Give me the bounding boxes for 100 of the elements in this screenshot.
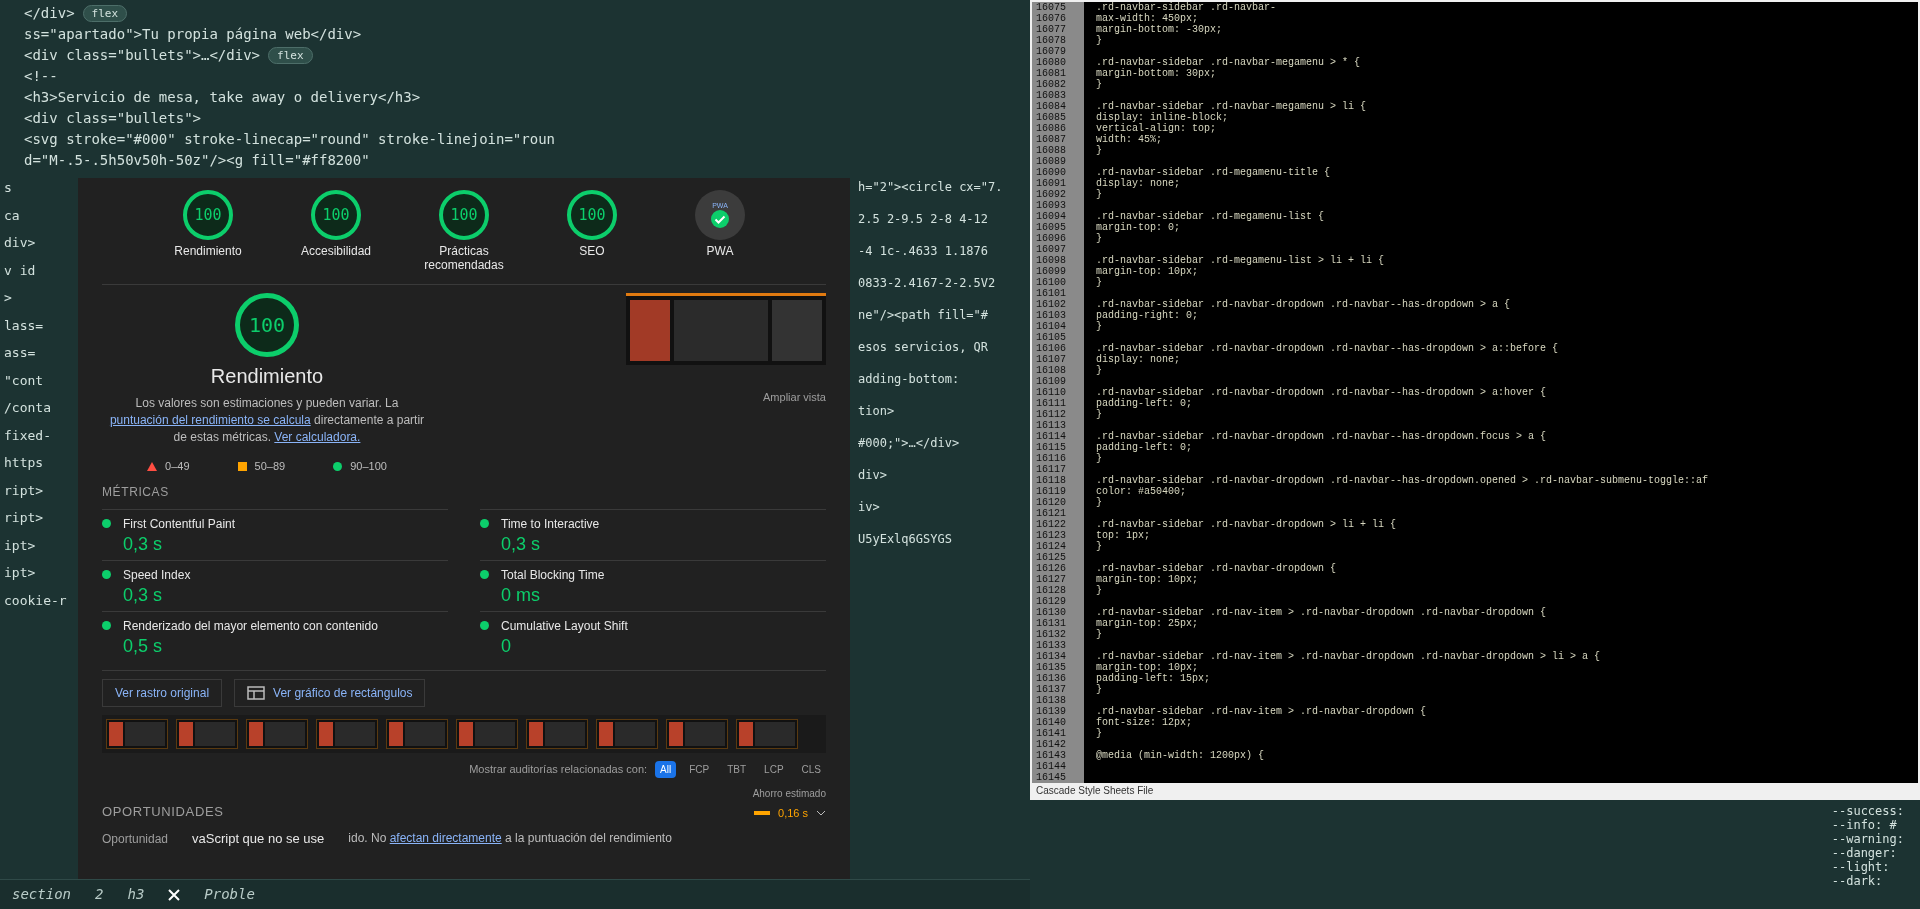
text-link[interactable]: Ver calculadora. bbox=[274, 430, 361, 444]
line-number: 16138 bbox=[1036, 695, 1067, 706]
line-number: 16099 bbox=[1036, 266, 1067, 277]
code-fragment: https bbox=[4, 454, 45, 472]
metric-label: Time to Interactive bbox=[501, 515, 600, 533]
code-line: } bbox=[1096, 365, 1102, 376]
line-number: 16137 bbox=[1036, 684, 1067, 695]
code-line: } bbox=[1096, 453, 1102, 464]
code-line: padding-right: 0; bbox=[1096, 310, 1199, 321]
audit-title: vaScript que no se use bbox=[192, 830, 325, 848]
code-line: padding-left: 0; bbox=[1096, 398, 1192, 409]
code-fragment: iv> bbox=[858, 499, 881, 516]
page-thumbnail bbox=[316, 718, 378, 749]
line-number: 16129 bbox=[1036, 596, 1067, 607]
code-line: } bbox=[1096, 277, 1102, 288]
panel-tab[interactable]: Proble bbox=[204, 884, 255, 905]
category-label: Accesibilidad bbox=[300, 244, 371, 258]
metric-value: 0 bbox=[501, 634, 512, 657]
page-thumbnail bbox=[386, 718, 448, 749]
triangle-icon bbox=[147, 461, 158, 471]
code-fragment: #000;">…</div> bbox=[858, 435, 961, 452]
code-line: margin-top: 10px; bbox=[1096, 574, 1199, 585]
line-number: 16140 bbox=[1036, 717, 1067, 728]
line-number: 16088 bbox=[1036, 145, 1067, 156]
breadcrumb-item[interactable]: 2 bbox=[95, 884, 104, 905]
file-type-status: Cascade Style Sheets File bbox=[1035, 784, 1155, 798]
page-thumbnail bbox=[736, 718, 798, 749]
line-number: 16108 bbox=[1036, 365, 1067, 376]
view-button[interactable]: Ver rastro original bbox=[102, 678, 223, 707]
code-line: .rd-navbar-sidebar .rd-megamenu-title { bbox=[1096, 167, 1331, 178]
code-line: display: none; bbox=[1096, 354, 1180, 365]
code-fragment: esos servicios, QR bbox=[858, 339, 990, 356]
filter-chip[interactable]: TBT bbox=[722, 760, 752, 778]
expand-link[interactable]: Ampliar vista bbox=[763, 389, 826, 406]
breadcrumb-item[interactable]: h3 bbox=[127, 884, 145, 905]
code-line: .rd-navbar-sidebar .rd-navbar-dropdown .rd-navbar--has-dropdown.focus > a { bbox=[1096, 431, 1547, 442]
code-fragment: ne"/><path fill="# bbox=[858, 307, 990, 324]
line-number: 16116 bbox=[1036, 453, 1067, 464]
line-number: 16094 bbox=[1036, 211, 1067, 222]
code-fragment: cookie-r bbox=[4, 591, 68, 610]
line-number: 16093 bbox=[1036, 200, 1067, 211]
code-line: .rd-navbar-sidebar .rd-megamenu-list { bbox=[1096, 211, 1325, 222]
page-thumbnail bbox=[176, 718, 238, 749]
code-fragment: div> bbox=[4, 234, 37, 252]
savings-bar bbox=[754, 810, 771, 815]
line-number: 16102 bbox=[1036, 299, 1067, 310]
check-icon bbox=[710, 208, 730, 229]
page-thumbnail bbox=[106, 718, 168, 749]
treemap-icon bbox=[247, 685, 266, 700]
code-fragment: fixed- bbox=[4, 426, 52, 445]
code-line: ss="apartado">Tu propia página web</div> bbox=[24, 25, 362, 44]
metric-value: 0 ms bbox=[501, 583, 541, 606]
line-number: 16083 bbox=[1036, 90, 1067, 101]
line-number: 16081 bbox=[1036, 68, 1067, 79]
code-line: margin-top: 10px; bbox=[1096, 662, 1199, 673]
line-number: 16104 bbox=[1036, 321, 1067, 332]
line-number: 16128 bbox=[1036, 585, 1067, 596]
code-line: .rd-navbar-sidebar .rd-navbar-megamenu > * { bbox=[1096, 57, 1361, 68]
code-line: } bbox=[1096, 409, 1102, 420]
code-line: display: inline-block; bbox=[1096, 112, 1229, 123]
css-variable: --warning: bbox=[1831, 832, 1904, 846]
line-number: 16139 bbox=[1036, 706, 1067, 717]
filter-label: Mostrar auditorías relacionadas con: bbox=[469, 761, 648, 777]
close-icon[interactable] bbox=[168, 888, 181, 901]
code-line: <h3>Servicio de mesa, take away o delivery</h3> bbox=[24, 88, 421, 107]
flex-badge[interactable]: flex bbox=[268, 47, 313, 64]
code-line: .rd-navbar-sidebar .rd-navbar-megamenu > li { bbox=[1096, 101, 1367, 112]
filter-chip[interactable]: FCP bbox=[684, 760, 715, 778]
filter-chip[interactable]: CLS bbox=[796, 760, 826, 778]
code-line: .rd-navbar-sidebar .rd-nav-item > .rd-navbar-dropdown .rd-navbar-dropdown > li > a { bbox=[1096, 651, 1601, 662]
range-label: 90–100 bbox=[350, 459, 387, 474]
text-link[interactable]: afectan directamente bbox=[389, 831, 502, 846]
metric-value: 0,3 s bbox=[123, 583, 164, 606]
view-button[interactable]: Ver gráfico de rectángulos bbox=[234, 678, 426, 707]
line-number: 16092 bbox=[1036, 189, 1067, 200]
code-fragment: "cont bbox=[4, 371, 45, 390]
code-fragment: lass= bbox=[4, 316, 45, 335]
code-line: <!-- bbox=[24, 67, 58, 86]
code-line: } bbox=[1096, 145, 1102, 156]
line-number: 16078 bbox=[1036, 35, 1067, 46]
code-line: } bbox=[1096, 189, 1102, 200]
flex-badge[interactable]: flex bbox=[82, 5, 128, 22]
code-fragment: ipt> bbox=[4, 536, 37, 555]
code-line: .rd-navbar-sidebar .rd-megamenu-list > li + li { bbox=[1096, 255, 1385, 266]
text-link[interactable]: puntuación del rendimiento se calcula bbox=[109, 413, 311, 427]
category-label: SEO bbox=[579, 244, 605, 258]
metric-label: Renderizado del mayor elemento con contenido bbox=[123, 617, 378, 635]
breadcrumb-item[interactable]: section bbox=[12, 884, 71, 905]
code-fragment: ript> bbox=[4, 509, 45, 527]
filter-chip[interactable]: All bbox=[655, 760, 677, 778]
metric-label: Cumulative Layout Shift bbox=[501, 617, 628, 635]
metric-label: Total Blocking Time bbox=[501, 566, 605, 584]
code-fragment: ass= bbox=[4, 344, 37, 362]
score-gauge: 100 bbox=[567, 190, 617, 240]
css-variable: --danger: bbox=[1831, 846, 1898, 860]
filter-chip[interactable]: LCP bbox=[759, 760, 789, 778]
code-line: @media (min-width: 1200px) { bbox=[1096, 750, 1265, 761]
line-number: 16097 bbox=[1036, 244, 1067, 255]
page-thumbnail bbox=[456, 718, 518, 749]
line-number: 16113 bbox=[1036, 420, 1067, 431]
